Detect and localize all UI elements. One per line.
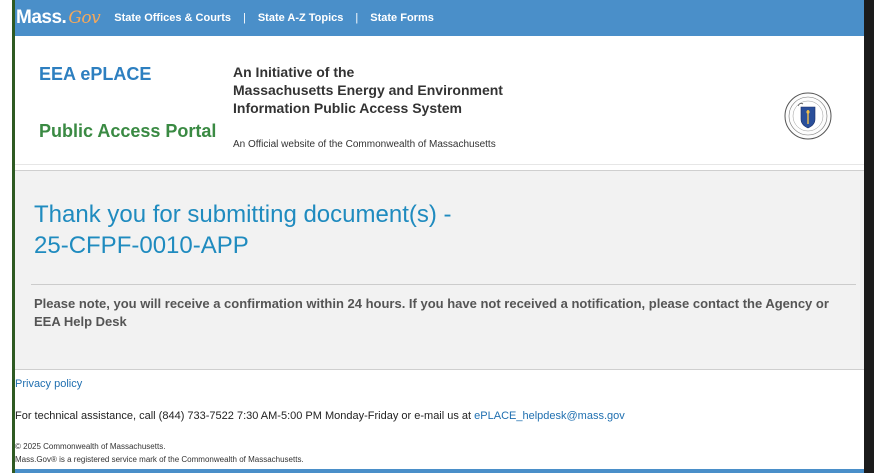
privacy-policy-link[interactable]: Privacy policy xyxy=(15,378,82,390)
initiative-text: An Initiative of the Massachusetts Energ… xyxy=(233,63,503,117)
top-navigation-bar: Mass. Gov State Offices & Courts | State … xyxy=(15,0,864,36)
confirmation-heading-line-1: Thank you for submitting document(s) - xyxy=(34,201,452,228)
nav-separator: | xyxy=(242,12,246,24)
application-number: 25-CFPF-0010-APP xyxy=(34,232,249,259)
technical-assistance-label: For technical assistance, call (844) 733… xyxy=(15,410,472,422)
mass-gov-logo[interactable]: Mass. Gov xyxy=(16,7,101,29)
nav-link-state-topics[interactable]: State A-Z Topics xyxy=(258,12,344,24)
site-subtitle: Public Access Portal xyxy=(39,121,217,141)
site-footer: Privacy policy For technical assistance,… xyxy=(15,369,864,473)
official-website-note: An Official website of the Commonwealth … xyxy=(233,139,496,150)
divider xyxy=(31,284,856,285)
initiative-line-2: Massachusetts Energy and Environment xyxy=(233,82,503,98)
confirmation-heading: Thank you for submitting document(s) - 2… xyxy=(34,199,594,261)
site-header: EEA ePLACE Public Access Portal An Initi… xyxy=(15,36,864,165)
helpdesk-email-link[interactable]: ePLACE_helpdesk@mass.gov xyxy=(474,410,625,422)
top-nav-links: State Offices & Courts | State A-Z Topic… xyxy=(114,12,434,24)
nav-separator: | xyxy=(355,12,359,24)
confirmation-panel: Thank you for submitting document(s) - 2… xyxy=(15,170,864,370)
logo-mass-text: Mass. xyxy=(16,7,67,28)
right-scroll-edge xyxy=(864,0,874,473)
nav-link-state-offices[interactable]: State Offices & Courts xyxy=(114,12,231,24)
footer-bottom-bar xyxy=(15,469,864,473)
initiative-line-1: An Initiative of the xyxy=(233,64,355,80)
nav-link-state-forms[interactable]: State Forms xyxy=(370,12,434,24)
technical-assistance-text: For technical assistance, call (844) 733… xyxy=(15,410,625,422)
logo-gov-text: Gov xyxy=(68,8,101,28)
confirmation-note: Please note, you will receive a confirma… xyxy=(34,296,829,329)
page-frame: Mass. Gov State Offices & Courts | State … xyxy=(15,0,864,473)
initiative-line-3: Information Public Access System xyxy=(233,100,462,116)
massachusetts-seal-icon xyxy=(784,92,832,140)
site-title: EEA ePLACE xyxy=(39,64,152,84)
trademark-text: Mass.Gov® is a registered service mark o… xyxy=(15,455,304,464)
copyright-text: © 2025 Commonwealth of Massachusetts. xyxy=(15,442,166,451)
